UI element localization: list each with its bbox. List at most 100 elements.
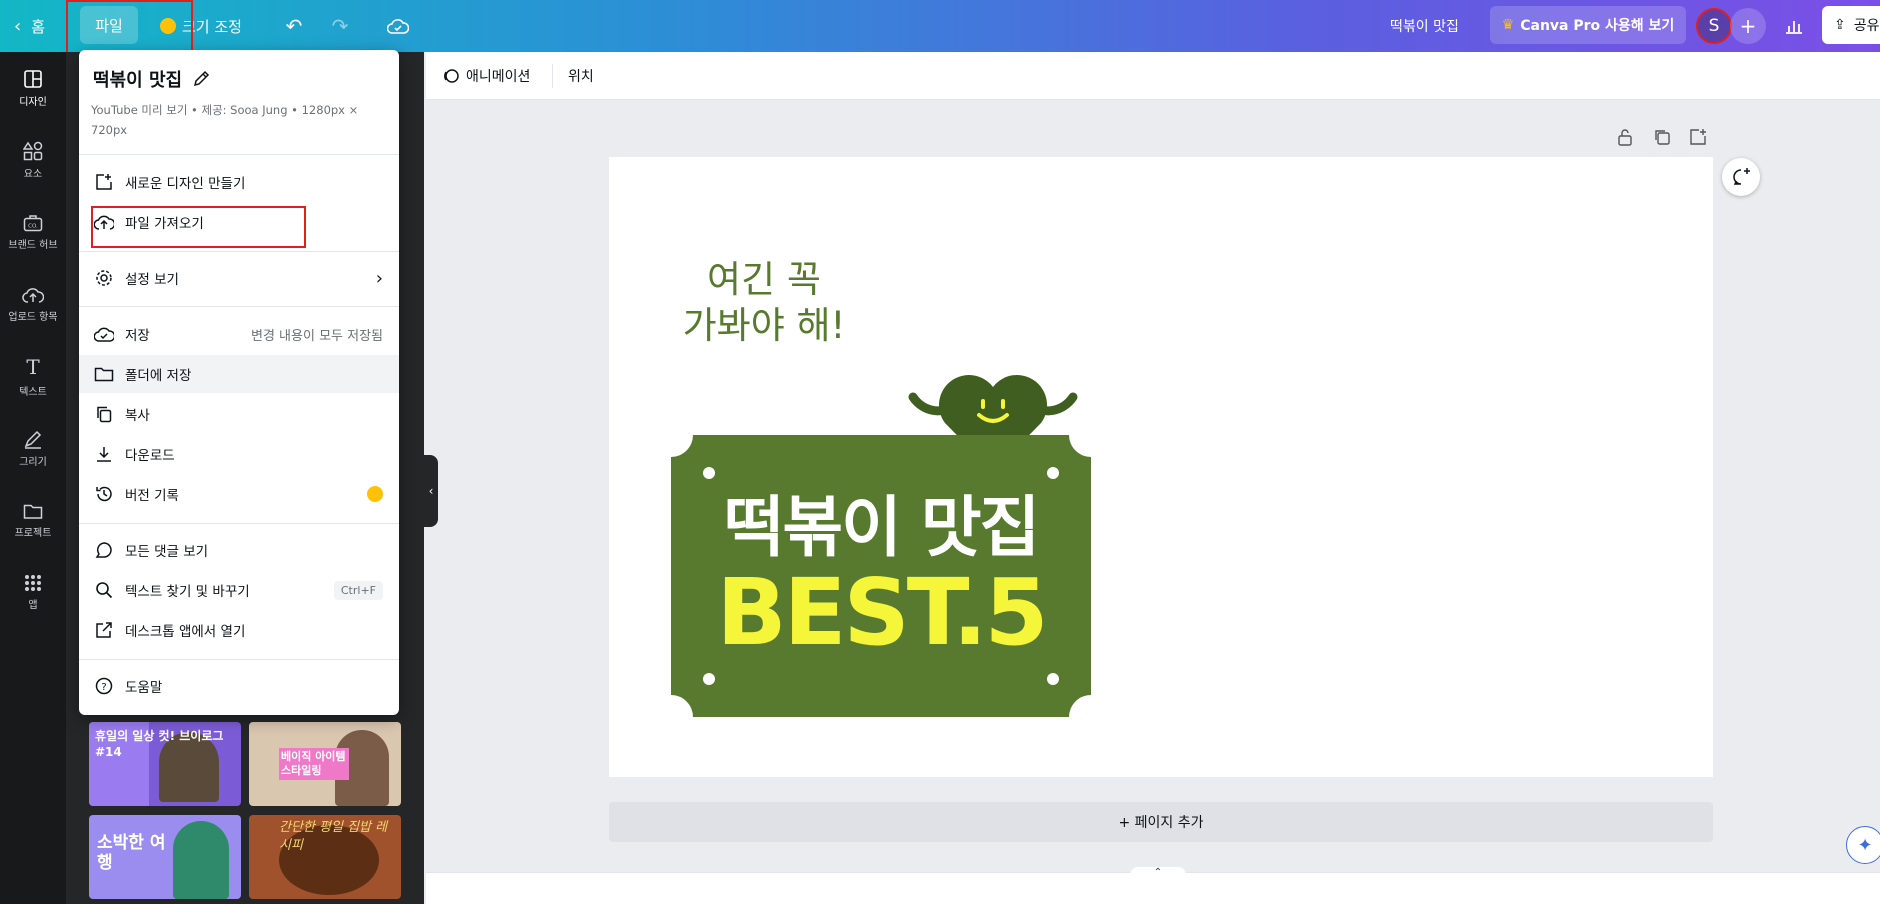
menu-item-import-file[interactable]: 파일 가져오기 bbox=[79, 203, 399, 241]
rail-item-apps[interactable]: 앱 bbox=[0, 560, 66, 624]
cloud-save-icon[interactable] bbox=[382, 10, 414, 42]
comment-icon bbox=[93, 539, 115, 561]
design-canvas[interactable]: 여긴 꼭 가봐야 해! 떡볶이 맛집 BEST.5 bbox=[609, 157, 1713, 777]
menu-item-view-comments[interactable]: 모든 댓글 보기 bbox=[79, 531, 399, 569]
magic-assistant-button[interactable]: ✦ bbox=[1846, 826, 1880, 864]
search-icon bbox=[93, 579, 115, 601]
file-label: 파일 bbox=[95, 16, 123, 35]
menu-item-version-history[interactable]: 버전 기록 bbox=[79, 475, 399, 513]
chevron-left-icon: ‹ bbox=[14, 15, 22, 37]
rail-item-brand-hub[interactable]: CO. 브랜드 허브 bbox=[0, 200, 66, 264]
template-text: 소박한 여행 bbox=[97, 833, 166, 873]
chevron-left-icon: ‹ bbox=[428, 484, 434, 498]
comment-add-icon bbox=[1733, 168, 1750, 185]
menu-item-label: 다운로드 bbox=[125, 448, 175, 464]
pencil-icon[interactable] bbox=[192, 70, 210, 88]
redo-icon[interactable]: ↷ bbox=[324, 10, 356, 42]
expand-notes-button[interactable]: ⌃ bbox=[1130, 867, 1186, 881]
resize-button[interactable]: 크기 조정 bbox=[160, 0, 242, 52]
collapse-panel-button[interactable]: ‹ bbox=[424, 455, 438, 527]
context-toolbar: 애니메이션 위치 bbox=[426, 52, 1880, 100]
home-button[interactable]: ‹ 홈 bbox=[14, 0, 45, 52]
try-pro-button[interactable]: ♛ Canva Pro 사용해 보기 bbox=[1490, 6, 1686, 44]
chevron-right-icon: › bbox=[375, 267, 383, 289]
menu-item-label: 저장 bbox=[125, 328, 150, 344]
divider bbox=[79, 251, 399, 252]
new-design-icon bbox=[93, 171, 115, 193]
file-menu-dropdown: 떡볶이 맛집 YouTube 미리 보기 • 제공: Sooa Jung • 1… bbox=[79, 50, 399, 715]
document-title-text: 떡볶이 맛집 bbox=[1390, 19, 1459, 35]
svg-text:CO.: CO. bbox=[28, 223, 38, 229]
insights-icon[interactable] bbox=[1776, 8, 1812, 44]
template-thumbnail[interactable]: 휴일의 일상 컷! 브이로그 #14 bbox=[89, 722, 241, 806]
crown-icon bbox=[160, 18, 176, 34]
download-icon bbox=[93, 443, 115, 465]
try-pro-label: Canva Pro 사용해 보기 bbox=[1520, 18, 1675, 34]
rail-item-uploads[interactable]: 업로드 항목 bbox=[0, 272, 66, 336]
file-menu-button[interactable]: 파일 bbox=[80, 6, 138, 44]
upload-icon bbox=[22, 287, 44, 303]
menu-item-label: 파일 가져오기 bbox=[125, 216, 204, 232]
menu-title[interactable]: 떡볶이 맛집 bbox=[93, 66, 210, 92]
best-text: BEST.5 bbox=[716, 559, 1049, 666]
draw-icon bbox=[24, 430, 42, 449]
position-button[interactable]: 위치 bbox=[568, 52, 594, 100]
menu-item-save[interactable]: 저장 변경 내용이 모두 저장됨 bbox=[79, 315, 399, 353]
rail-item-text[interactable]: T 텍스트 bbox=[0, 344, 66, 408]
document-title[interactable]: 떡볶이 맛집 bbox=[1390, 0, 1459, 52]
divider bbox=[79, 306, 399, 307]
folder-icon bbox=[23, 504, 43, 519]
shortcut-badge: Ctrl+F bbox=[333, 580, 383, 600]
rail-item-elements[interactable]: 요소 bbox=[0, 128, 66, 192]
rail-item-projects[interactable]: 프로젝트 bbox=[0, 488, 66, 552]
add-page-icon[interactable] bbox=[1689, 128, 1709, 148]
avatar-letter: S bbox=[1708, 16, 1720, 36]
menu-item-new-design[interactable]: 새로운 디자인 만들기 bbox=[79, 163, 399, 201]
tagline-text[interactable]: 여긴 꼭 가봐야 해! bbox=[669, 257, 859, 349]
duplicate-page-icon[interactable] bbox=[1653, 128, 1673, 148]
menu-item-copy[interactable]: 복사 bbox=[79, 395, 399, 433]
menu-item-download[interactable]: 다운로드 bbox=[79, 435, 399, 473]
add-comment-button[interactable] bbox=[1722, 158, 1760, 196]
animate-icon bbox=[444, 69, 459, 83]
animate-label: 애니메이션 bbox=[466, 69, 531, 85]
template-thumbnail[interactable]: 베이직 아이템 스타일링 bbox=[249, 722, 401, 806]
headline-text: 떡볶이 맛집 bbox=[723, 489, 1041, 566]
undo-icon[interactable]: ↶ bbox=[278, 10, 310, 42]
share-button[interactable]: ⇪ 공유 bbox=[1822, 6, 1880, 44]
menu-item-label: 폴더에 저장 bbox=[125, 368, 192, 384]
animate-button[interactable]: 애니메이션 bbox=[442, 52, 530, 100]
menu-item-help[interactable]: ? 도움말 bbox=[79, 667, 399, 705]
add-page-label: + 페이지 추가 bbox=[1118, 815, 1204, 831]
sparkle-icon: ✦ bbox=[1857, 834, 1873, 856]
menu-item-find-replace[interactable]: 텍스트 찾기 및 바꾸기 Ctrl+F bbox=[79, 571, 399, 609]
rail-item-draw[interactable]: 그리기 bbox=[0, 416, 66, 480]
menu-item-label: 도움말 bbox=[125, 680, 163, 696]
avatar[interactable]: S bbox=[1696, 8, 1732, 44]
menu-item-label: 새로운 디자인 만들기 bbox=[125, 176, 246, 192]
rail-label: 브랜드 허브 bbox=[8, 239, 58, 251]
template-text: 베이직 아이템 스타일링 bbox=[279, 748, 349, 780]
template-thumbnail[interactable]: 소박한 여행 bbox=[89, 815, 241, 899]
menu-subtitle: YouTube 미리 보기 • 제공: Sooa Jung • 1280px ×… bbox=[91, 103, 359, 137]
help-icon: ? bbox=[93, 675, 115, 697]
menu-item-label: 텍스트 찾기 및 바꾸기 bbox=[125, 584, 250, 600]
resize-label: 크기 조정 bbox=[182, 17, 242, 36]
save-status-text: 변경 내용이 모두 저장됨 bbox=[251, 328, 383, 344]
add-page-button[interactable]: + 페이지 추가 bbox=[609, 802, 1713, 842]
menu-item-view-settings[interactable]: 설정 보기 › bbox=[79, 259, 399, 297]
title-sign[interactable]: 떡볶이 맛집 BEST.5 bbox=[671, 435, 1091, 717]
crown-icon bbox=[367, 486, 383, 502]
add-collaborator-button[interactable]: + bbox=[1730, 8, 1766, 44]
menu-item-open-desktop[interactable]: 데스크톱 앱에서 열기 bbox=[79, 611, 399, 649]
rail-item-design[interactable]: 디자인 bbox=[0, 56, 66, 120]
rail-label: 디자인 bbox=[19, 96, 47, 108]
copy-icon bbox=[93, 403, 115, 425]
template-thumbnail[interactable]: 간단한 평일 집밥 레시피 bbox=[249, 815, 401, 899]
bottom-bar: ⌃ bbox=[426, 867, 1880, 904]
menu-item-label: 설정 보기 bbox=[125, 272, 179, 288]
rail-label: 프로젝트 bbox=[14, 527, 52, 539]
menu-item-save-to-folder[interactable]: 폴더에 저장 bbox=[79, 355, 399, 393]
rail-label: 텍스트 bbox=[19, 386, 47, 398]
lock-icon[interactable] bbox=[1617, 128, 1637, 148]
